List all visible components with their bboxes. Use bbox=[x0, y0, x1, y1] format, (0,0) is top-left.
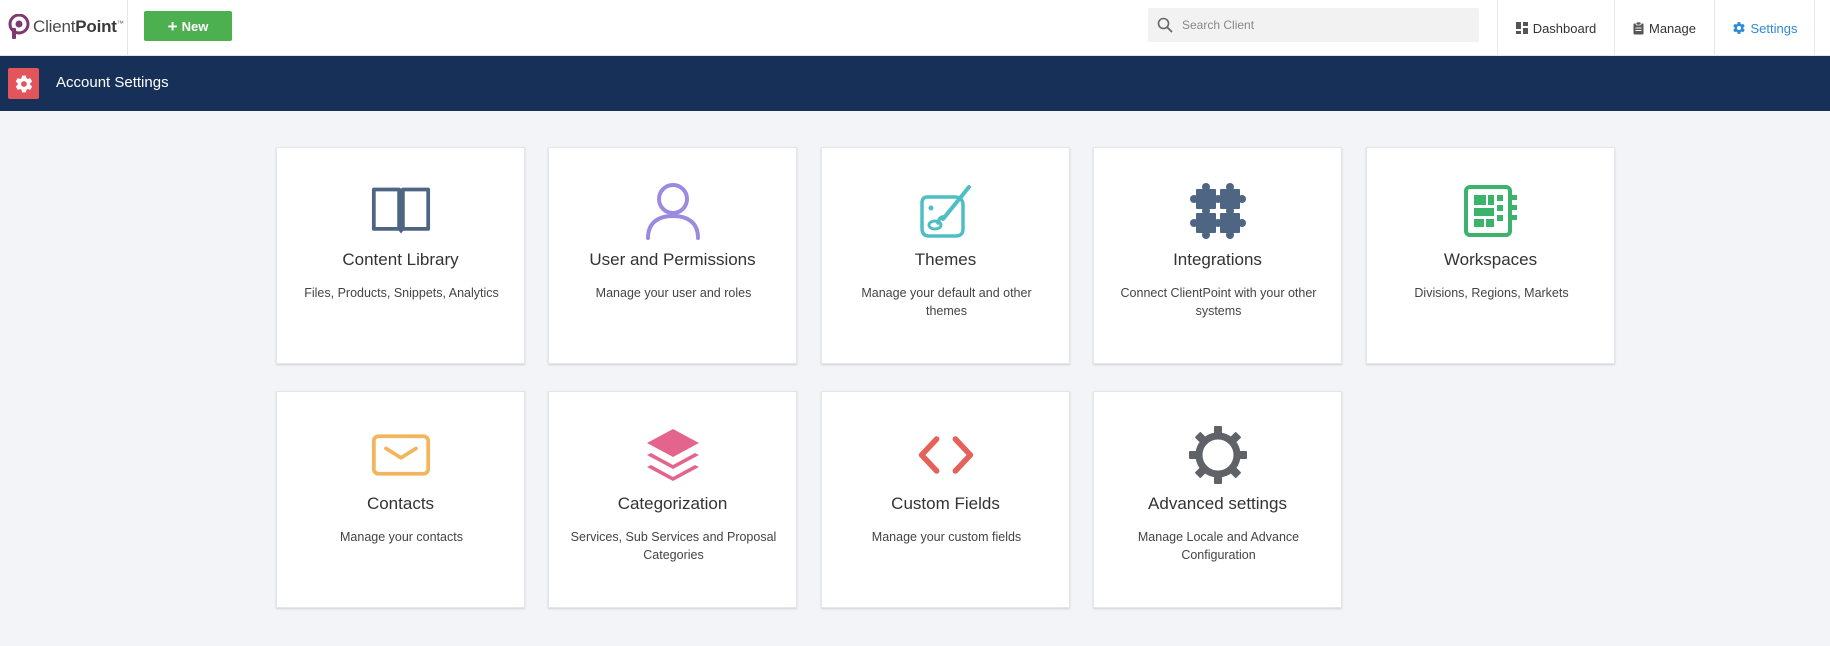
nav-settings-label: Settings bbox=[1750, 20, 1798, 36]
clientpoint-logo-icon bbox=[8, 14, 30, 39]
new-button[interactable]: + New bbox=[144, 11, 232, 41]
gear-icon bbox=[1732, 22, 1745, 34]
search-box[interactable] bbox=[1148, 8, 1479, 42]
nav-manage[interactable]: Manage bbox=[1614, 0, 1714, 56]
card-categorization[interactable]: Categorization Services, Sub Services an… bbox=[548, 391, 797, 608]
card-custom-fields[interactable]: Custom Fields Manage your custom fields bbox=[821, 391, 1070, 608]
card-title: Themes bbox=[914, 250, 977, 269]
card-description: Manage your custom fields bbox=[871, 530, 1022, 544]
card-user-and-permissions[interactable]: User and Permissions Manage your user an… bbox=[548, 147, 797, 364]
gear-icon bbox=[1188, 425, 1248, 485]
card-title: Content Library bbox=[342, 250, 459, 269]
code-icon bbox=[916, 425, 976, 485]
card-title: Workspaces bbox=[1443, 250, 1538, 269]
divider bbox=[127, 0, 128, 56]
card-description: Manage Locale and Advance Configuration bbox=[1137, 530, 1300, 562]
plus-icon: + bbox=[167, 16, 178, 36]
nav-dashboard-label: Dashboard bbox=[1532, 20, 1597, 36]
book-icon bbox=[371, 181, 431, 241]
card-description: Files, Products, Snippets, Analytics bbox=[304, 286, 499, 300]
card-title: Custom Fields bbox=[891, 494, 1000, 513]
clipboard-icon bbox=[1633, 21, 1644, 34]
nav-manage-label: Manage bbox=[1649, 20, 1696, 36]
card-description: Manage your default and other themes bbox=[861, 286, 1032, 318]
card-title: Integrations bbox=[1173, 250, 1262, 269]
card-advanced-settings[interactable]: Advanced settings Manage Locale and Adva… bbox=[1093, 391, 1342, 608]
new-button-label: New bbox=[181, 18, 209, 34]
card-contacts[interactable]: Contacts Manage your contacts bbox=[276, 391, 525, 608]
workspace-icon bbox=[1461, 181, 1521, 241]
search-icon bbox=[1157, 17, 1173, 33]
card-themes[interactable]: Themes Manage your default and other the… bbox=[821, 147, 1070, 364]
dashboard-icon bbox=[1515, 22, 1528, 34]
top-navbar: ClientPoint™ + New Dashboard Manage bbox=[0, 0, 1830, 56]
card-title: User and Permissions bbox=[589, 250, 756, 269]
search-input[interactable] bbox=[1182, 18, 1462, 32]
nav-settings[interactable]: Settings bbox=[1714, 0, 1815, 56]
clientpoint-logo[interactable]: ClientPoint™ bbox=[8, 13, 124, 41]
card-description: Divisions, Regions, Markets bbox=[1414, 286, 1569, 300]
card-integrations[interactable]: Integrations Connect ClientPoint with yo… bbox=[1093, 147, 1342, 364]
user-icon bbox=[643, 181, 703, 241]
page-header: Account Settings bbox=[0, 56, 1830, 111]
envelope-icon bbox=[371, 425, 431, 485]
gear-icon bbox=[15, 75, 32, 92]
card-description: Services, Sub Services and Proposal Cate… bbox=[570, 530, 777, 562]
card-title: Categorization bbox=[617, 494, 728, 513]
logo-text: ClientPoint™ bbox=[33, 17, 124, 36]
layers-icon bbox=[643, 425, 703, 485]
nav-dashboard[interactable]: Dashboard bbox=[1497, 0, 1614, 56]
settings-badge bbox=[8, 68, 39, 99]
palette-icon bbox=[916, 181, 976, 241]
card-workspaces[interactable]: Workspaces Divisions, Regions, Markets bbox=[1366, 147, 1615, 364]
page-title: Account Settings bbox=[56, 74, 169, 91]
card-description: Manage your user and roles bbox=[595, 286, 752, 300]
card-title: Contacts bbox=[366, 494, 435, 513]
card-title: Advanced settings bbox=[1148, 494, 1287, 513]
card-content-library[interactable]: Content Library Files, Products, Snippet… bbox=[276, 147, 525, 364]
puzzle-icon bbox=[1188, 181, 1248, 241]
card-description: Manage your contacts bbox=[340, 530, 463, 544]
card-description: Connect ClientPoint with your other syst… bbox=[1120, 286, 1317, 318]
